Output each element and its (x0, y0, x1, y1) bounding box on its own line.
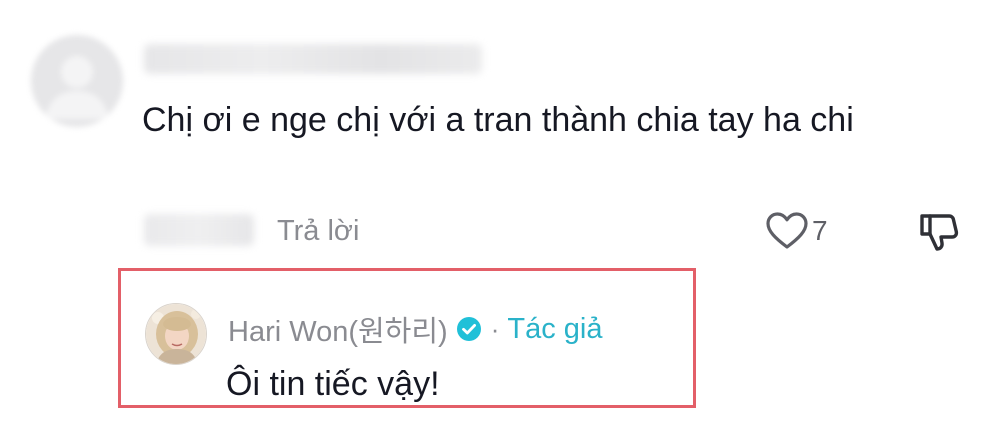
heart-outline-icon[interactable] (765, 211, 809, 251)
commenter-avatar[interactable] (31, 35, 123, 127)
creator-tag: Tác giả (507, 312, 603, 345)
commenter-username-redacted[interactable] (144, 44, 482, 74)
profile-photo (146, 304, 206, 364)
reply-author-name[interactable]: Hari Won(원하리) (228, 308, 448, 350)
comment-text: Chị ơi e nge chị với a tran thành chia t… (142, 101, 854, 139)
comment-date-redacted (144, 214, 254, 246)
reply-author-row: Hari Won(원하리) · Tác giả (228, 308, 602, 350)
like-count: 7 (812, 215, 828, 246)
thumbs-down-icon[interactable] (916, 208, 962, 254)
reply-author-avatar[interactable] (145, 303, 207, 365)
separator-dot: · (490, 313, 500, 344)
default-avatar-icon (31, 35, 123, 127)
reply-text: Ôi tin tiếc vậy! (226, 365, 440, 403)
reply-button[interactable]: Trả lời (277, 213, 359, 249)
verified-badge-icon (456, 316, 482, 342)
